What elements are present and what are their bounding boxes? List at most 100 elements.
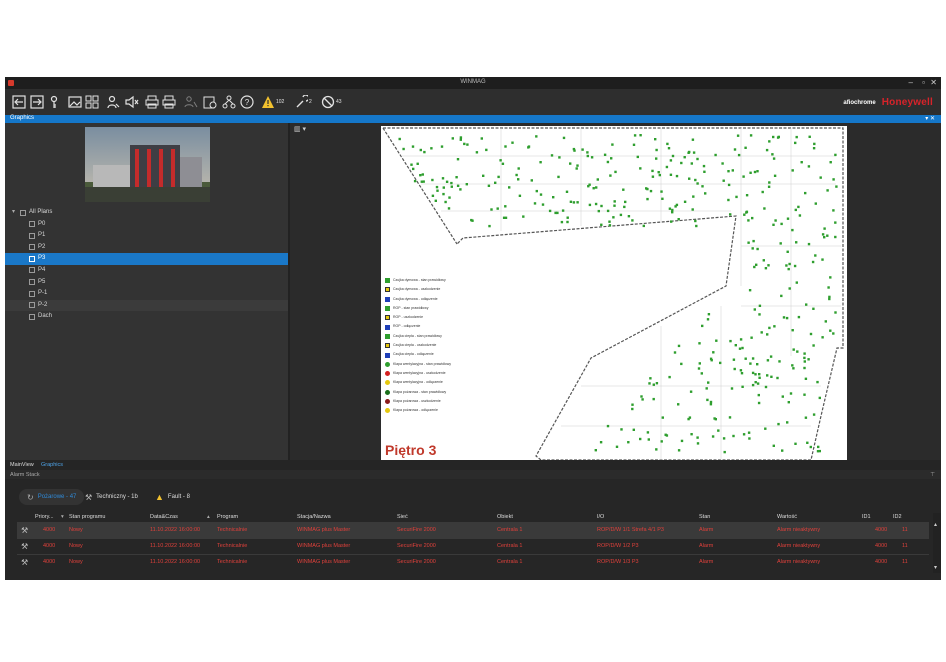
device-marker[interactable] [747,431,751,434]
device-marker[interactable] [517,167,520,170]
device-marker[interactable] [646,431,650,434]
device-marker[interactable] [691,138,695,141]
device-marker[interactable] [695,224,698,228]
scroll-up-icon[interactable]: ▴ [934,521,937,528]
device-marker[interactable] [655,148,658,152]
device-marker[interactable] [548,209,552,213]
device-marker[interactable] [814,202,817,205]
event-log-icon[interactable] [202,94,217,109]
device-marker[interactable] [456,158,460,161]
device-marker[interactable] [666,142,669,146]
device-marker[interactable] [821,336,824,339]
device-marker[interactable] [827,286,830,289]
device-marker[interactable] [808,135,811,138]
device-marker[interactable] [809,332,813,336]
device-marker[interactable] [751,371,755,375]
device-marker[interactable] [778,360,781,363]
device-marker[interactable] [675,203,679,207]
device-marker[interactable] [744,146,747,149]
print-icon[interactable] [144,94,159,109]
device-marker[interactable] [803,366,806,370]
close-button[interactable]: ✕ [930,78,937,87]
device-marker[interactable] [793,264,797,268]
device-marker[interactable] [639,437,642,441]
device-marker[interactable] [600,204,603,208]
device-marker[interactable] [499,159,502,162]
device-marker[interactable] [655,382,659,385]
col-state[interactable]: Stan [699,514,710,520]
device-marker[interactable] [558,156,561,159]
tab-technical[interactable]: ⚒ Techniczny - 1b [85,489,138,505]
device-marker[interactable] [665,165,669,169]
device-marker[interactable] [791,228,794,232]
device-marker[interactable] [683,200,687,203]
device-marker[interactable] [636,155,639,159]
device-marker[interactable] [736,134,740,137]
col-object[interactable]: Obiekt [497,514,513,520]
device-marker[interactable] [594,449,597,452]
device-marker[interactable] [632,143,636,146]
tab-fault[interactable]: ▲ Fault - 8 [155,489,190,505]
device-marker[interactable] [610,157,613,160]
col-network[interactable]: Sieć [397,514,408,520]
device-marker[interactable] [649,189,653,193]
device-marker[interactable] [572,201,576,204]
device-marker[interactable] [586,154,589,158]
device-marker[interactable] [803,352,806,355]
device-marker[interactable] [741,346,744,350]
device-marker[interactable] [497,175,500,179]
device-marker[interactable] [609,174,612,177]
device-marker[interactable] [758,376,761,379]
pin-icon[interactable]: ⊤ [930,472,935,478]
device-marker[interactable] [749,134,753,137]
device-marker[interactable] [712,351,715,354]
device-marker[interactable] [569,200,573,203]
device-marker[interactable] [606,160,610,164]
tree-item-p-1[interactable]: P-1 [5,288,288,300]
device-marker[interactable] [694,178,697,182]
device-marker[interactable] [668,207,672,210]
device-marker[interactable] [655,157,658,160]
collapse-arrow-icon[interactable]: ▾ [12,207,15,219]
device-marker[interactable] [504,205,507,208]
device-marker[interactable] [800,161,803,164]
device-marker[interactable] [749,362,752,365]
device-marker[interactable] [631,219,634,222]
device-marker[interactable] [410,163,413,166]
device-marker[interactable] [776,136,780,139]
device-marker[interactable] [488,224,491,228]
device-marker[interactable] [690,162,693,165]
device-marker[interactable] [654,138,657,141]
col-priority[interactable]: Priory... [35,514,54,520]
device-marker[interactable] [788,262,791,266]
device-marker[interactable] [741,385,744,388]
tree-item-dach[interactable]: Dach [5,311,288,323]
device-marker[interactable] [613,204,616,207]
device-marker[interactable] [633,134,637,137]
device-marker[interactable] [671,208,674,212]
device-marker[interactable] [834,221,837,224]
device-marker[interactable] [615,445,619,448]
device-marker[interactable] [419,148,422,152]
device-marker[interactable] [627,441,630,444]
device-marker[interactable] [623,205,626,209]
device-marker[interactable] [828,297,831,301]
device-marker[interactable] [809,445,812,449]
device-marker[interactable] [463,142,466,146]
device-marker[interactable] [792,348,795,351]
alarm-scrollbar[interactable]: ▴ ▾ [933,513,941,573]
device-marker[interactable] [587,185,590,188]
device-marker[interactable] [639,167,642,170]
device-marker[interactable] [787,267,790,271]
device-marker[interactable] [707,381,710,384]
device-marker[interactable] [632,428,635,431]
device-marker[interactable] [731,169,734,172]
device-marker[interactable] [755,263,758,266]
device-marker[interactable] [535,135,538,138]
print-list-icon[interactable] [161,94,176,109]
device-marker[interactable] [773,325,776,328]
device-marker[interactable] [680,362,683,366]
tree-item-p4[interactable]: P4 [5,265,288,277]
device-marker[interactable] [459,188,462,191]
device-marker[interactable] [494,181,497,184]
